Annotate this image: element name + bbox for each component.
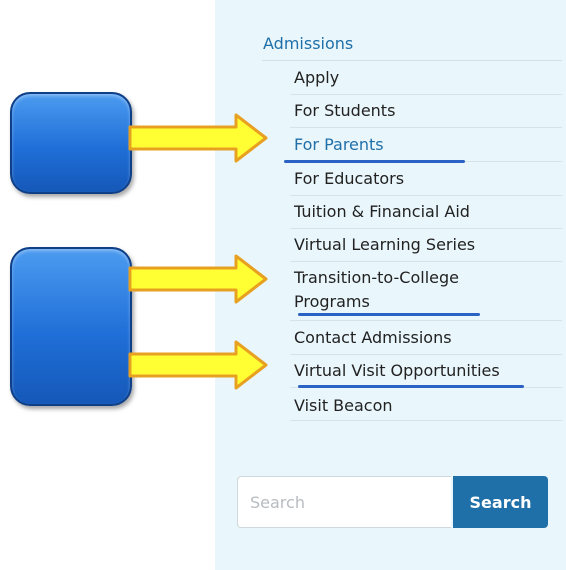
search-input[interactable] bbox=[237, 476, 451, 528]
underline-annotation bbox=[298, 313, 480, 316]
nav-item-label: Apply bbox=[294, 68, 340, 87]
nav-item-label: Contact Admissions bbox=[294, 328, 452, 347]
divider bbox=[290, 320, 562, 321]
divider bbox=[290, 195, 562, 196]
nav-item-label: For Educators bbox=[294, 169, 405, 188]
nav-item-virtual-learning-series[interactable]: Virtual Learning Series bbox=[290, 233, 562, 257]
arrow-icon bbox=[128, 254, 268, 304]
nav-item-virtual-visit-opportunities[interactable]: Virtual Visit Opportunities bbox=[290, 359, 562, 383]
nav-item-apply[interactable]: Apply bbox=[290, 66, 562, 90]
nav-item-label: Transition-to-College Programs bbox=[294, 268, 459, 311]
divider bbox=[290, 354, 562, 355]
divider bbox=[262, 60, 562, 61]
divider bbox=[290, 261, 562, 262]
nav-title-admissions[interactable]: Admissions bbox=[263, 34, 353, 53]
nav-item-label: Virtual Learning Series bbox=[294, 235, 476, 254]
nav-item-for-students[interactable]: For Students bbox=[290, 99, 562, 123]
divider bbox=[290, 420, 562, 421]
nav-item-label: For Parents bbox=[294, 135, 384, 154]
blue-box-annotation bbox=[10, 92, 132, 194]
nav-item-visit-beacon[interactable]: Visit Beacon bbox=[290, 394, 562, 418]
search-button[interactable]: Search bbox=[453, 476, 548, 528]
divider bbox=[290, 94, 562, 95]
nav-item-contact-admissions[interactable]: Contact Admissions bbox=[290, 326, 562, 350]
nav-item-label: Tuition & Financial Aid bbox=[294, 202, 470, 221]
nav-item-transition-to-college-programs[interactable]: Transition-to-College Programs bbox=[290, 266, 490, 314]
nav-item-for-educators[interactable]: For Educators bbox=[290, 167, 562, 191]
page: Admissions Apply For Students For Parent… bbox=[0, 0, 566, 570]
nav-item-tuition-financial-aid[interactable]: Tuition & Financial Aid bbox=[290, 200, 562, 224]
nav-item-label: Virtual Visit Opportunities bbox=[294, 361, 500, 380]
divider bbox=[290, 228, 562, 229]
underline-annotation bbox=[298, 385, 524, 388]
blue-box-annotation bbox=[10, 247, 132, 406]
arrow-icon bbox=[128, 340, 268, 390]
underline-annotation bbox=[284, 160, 465, 163]
arrow-icon bbox=[128, 113, 268, 163]
nav-item-for-parents[interactable]: For Parents bbox=[290, 133, 562, 157]
divider bbox=[290, 127, 562, 128]
nav-item-label: Visit Beacon bbox=[294, 396, 393, 415]
nav-item-label: For Students bbox=[294, 101, 396, 120]
